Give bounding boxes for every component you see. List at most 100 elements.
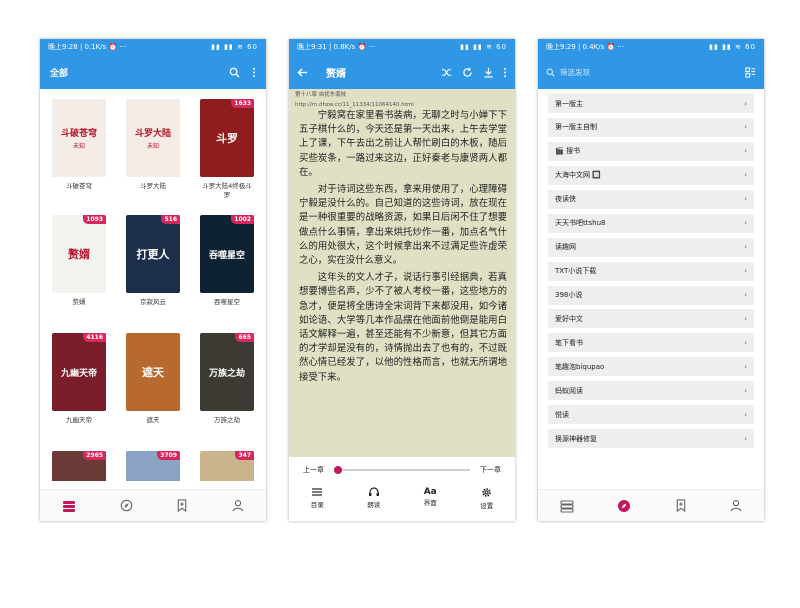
status-icons: ▮▮ ▮▮ ≋ 60 — [211, 43, 258, 51]
bookshelf-app-bar: 全部 — [40, 55, 266, 89]
source-item[interactable]: 夜读侠 › — [548, 189, 754, 209]
book-item[interactable]: 打更人 516 京寂风云 — [126, 215, 180, 307]
bottom-nav — [40, 489, 266, 521]
book-item[interactable]: 3709 — [126, 451, 180, 481]
refresh-icon[interactable] — [462, 67, 473, 78]
book-item[interactable]: 万族之劫 665 万族之劫 — [200, 333, 254, 425]
bookmark-source-icon[interactable] — [176, 499, 188, 512]
source-item[interactable]: 398小说 › — [548, 285, 754, 305]
gear-icon — [481, 487, 492, 498]
search-icon — [546, 68, 555, 77]
chevron-right-icon: › — [744, 291, 747, 299]
prev-chapter-button[interactable]: 上一章 — [303, 465, 324, 475]
bookshelf-nav-icon[interactable] — [62, 499, 76, 513]
chevron-right-icon: › — [744, 243, 747, 252]
chevron-right-icon: › — [744, 314, 747, 323]
reading-page[interactable]: 第十八章 自扰东南枝 http://m.dhzw.cc/11_11334/110… — [289, 89, 515, 501]
source-item[interactable]: 🎬 搜书 › — [548, 141, 754, 161]
book-cover[interactable]: 3709 — [126, 451, 180, 481]
search-placeholder: 筛选发现 — [560, 67, 590, 77]
unread-count-badge: 347 — [235, 451, 254, 460]
source-name: 第一版主 — [555, 99, 583, 108]
book-title: 赘婿 — [326, 68, 346, 80]
chevron-right-icon: › — [744, 99, 747, 108]
shelf-group-tab[interactable]: 全部 — [50, 66, 68, 79]
more-menu-icon[interactable] — [503, 67, 507, 78]
book-title: 斗罗大陆 — [140, 182, 166, 190]
book-cover[interactable]: 斗破苍穹 未知 — [52, 99, 106, 177]
book-title: 遮天 — [146, 416, 160, 424]
book-item[interactable]: 九幽天帝 4116 九幽天帝 — [52, 333, 106, 425]
status-bar: 晚上9:28 | 0.1K/s ⏰ ··· ▮▮ ▮▮ ≋ 60 — [40, 39, 266, 55]
discover-app-bar: 筛选发现 — [538, 55, 764, 89]
change-source-icon[interactable] — [441, 67, 452, 78]
profile-icon[interactable] — [730, 499, 742, 512]
settings-button[interactable]: 设置 — [480, 487, 493, 510]
profile-icon[interactable] — [232, 499, 244, 512]
cover-title: 打更人 — [136, 248, 170, 261]
read-aloud-button[interactable]: 朗读 — [367, 487, 380, 510]
book-cover[interactable]: 九幽天帝 4116 — [52, 333, 106, 411]
unread-count-badge: 665 — [235, 333, 254, 342]
source-item[interactable]: 蚂蚁阅读 › — [548, 381, 754, 401]
book-cover[interactable]: 吞噬星空 1002 — [200, 215, 254, 293]
source-item[interactable]: 读趣网 › — [548, 237, 754, 257]
source-name: 🎬 搜书 — [555, 147, 580, 156]
group-filter-icon[interactable] — [745, 66, 756, 78]
book-cover[interactable]: 斗罗 1633 — [200, 99, 254, 177]
search-icon[interactable] — [229, 67, 240, 78]
unread-count-badge: 4116 — [83, 333, 106, 342]
book-item[interactable]: 斗破苍穹 未知 斗破苍穹 — [52, 99, 106, 191]
source-item[interactable]: 换源神器修复 › — [548, 429, 754, 449]
source-item[interactable]: 笔趣泡biqupao › — [548, 357, 754, 377]
source-item[interactable]: 天天书吧ttshu8 › — [548, 213, 754, 233]
book-item[interactable]: 斗罗大陆 未知斗罗大陆 — [126, 99, 180, 191]
book-item[interactable]: 赘婿 1093 赘婿 — [52, 215, 106, 307]
book-cover[interactable]: 打更人 516 — [126, 215, 180, 293]
interface-button[interactable]: Aa 界面 — [424, 487, 437, 510]
book-cover[interactable]: 遮天 — [126, 333, 180, 411]
chevron-right-icon: › — [744, 219, 747, 228]
book-item[interactable]: 吞噬星空 1002 吞噬星空 — [200, 215, 254, 307]
book-cover[interactable]: 万族之劫 665 — [200, 333, 254, 411]
next-chapter-button[interactable]: 下一章 — [480, 465, 501, 475]
slider-thumb[interactable] — [334, 466, 342, 474]
bookshelf-nav-icon[interactable] — [560, 499, 574, 513]
source-item[interactable]: 第一版主自制 › — [548, 117, 754, 137]
source-item[interactable]: 第一版主 › — [548, 94, 754, 113]
toc-button[interactable]: 目录 — [311, 487, 324, 510]
book-title: 吞噬星空 — [214, 298, 240, 306]
read-aloud-label: 朗读 — [367, 501, 381, 509]
download-icon[interactable] — [483, 67, 494, 78]
source-item[interactable]: 爱好中文 › — [548, 309, 754, 329]
source-name: 第一版主自制 — [555, 123, 597, 132]
cover-author: 未知 — [146, 143, 159, 150]
source-item[interactable]: 悦读 › — [548, 405, 754, 425]
filter-search-input[interactable]: 筛选发现 — [546, 62, 745, 82]
book-title: 九幽天帝 — [66, 416, 92, 424]
book-item[interactable]: 2965 — [52, 451, 106, 481]
source-item[interactable]: TXT小说下载 › — [548, 261, 754, 281]
book-item[interactable]: 斗罗 1633 斗罗大陆4终极斗罗 — [200, 99, 254, 200]
cover-title: 万族之劫 — [208, 368, 245, 379]
discover-compass-icon[interactable] — [617, 499, 631, 513]
book-cover[interactable]: 347 — [200, 451, 254, 481]
more-menu-icon[interactable] — [252, 67, 256, 78]
bookmark-source-icon[interactable] — [675, 499, 687, 512]
source-item[interactable]: 笔下看书 › — [548, 333, 754, 353]
source-name: 大海中文网 🔲 — [555, 171, 601, 180]
book-item[interactable]: 347 — [200, 451, 254, 481]
chevron-right-icon: › — [744, 338, 747, 347]
back-arrow-icon[interactable] — [297, 67, 308, 78]
status-bar: 晚上9:29 | 0.4K/s ⏰ ··· ▮▮ ▮▮ ≋ 60 — [538, 39, 764, 55]
book-cover[interactable]: 2965 — [52, 451, 106, 481]
source-item[interactable]: 大海中文网 🔲 › — [548, 165, 754, 185]
book-cover[interactable]: 赘婿 1093 — [52, 215, 106, 293]
book-item[interactable]: 遮天 遮天 — [126, 333, 180, 425]
discover-compass-icon[interactable] — [120, 499, 133, 512]
book-cover[interactable]: 斗罗大陆 未知 — [126, 99, 180, 177]
chapter-progress-slider[interactable] — [334, 466, 470, 474]
book-title: 万族之劫 — [214, 416, 240, 424]
reader-app-bar: 赘婿 — [289, 55, 515, 89]
source-list: 第一版主 › 第一版主自制 › 🎬 搜书 › 大海中文网 🔲 › 夜读侠 › 天天书吧ttshu8 ›… — [548, 94, 754, 453]
